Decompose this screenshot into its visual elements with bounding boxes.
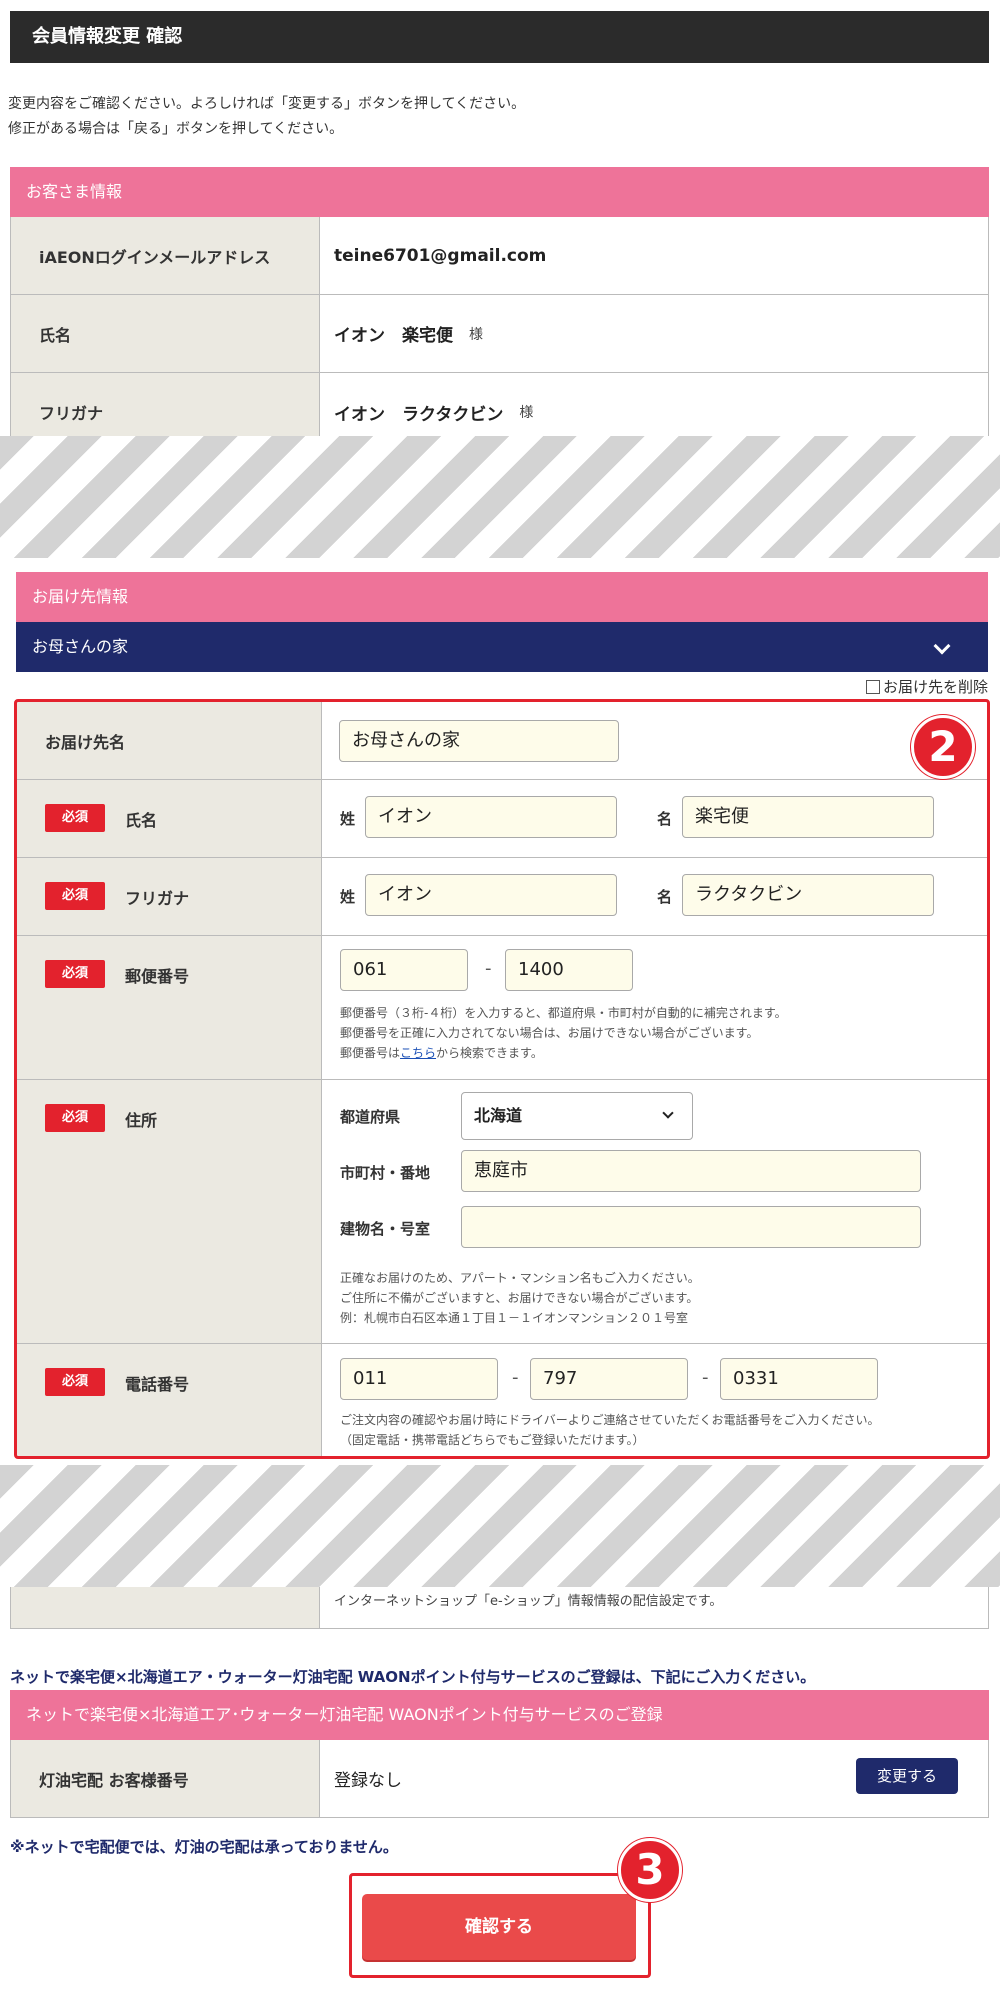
- newsletter-label-cell: [11, 1587, 320, 1628]
- name-suffix: 様: [469, 326, 483, 343]
- step-badge-3: 3: [618, 1838, 682, 1902]
- email-value: teine6701@gmail.com: [334, 245, 547, 266]
- delivery-address-selector[interactable]: お母さんの家: [16, 622, 988, 672]
- page-title: 会員情報変更 確認: [10, 11, 989, 63]
- intro-text: 変更内容をご確認ください。よろしければ「変更する」ボタンを押してください。 修正…: [8, 92, 988, 142]
- chevron-down-icon: [933, 637, 951, 655]
- table-row: iAEONログインメールアドレス teine6701@gmail.com: [11, 217, 988, 295]
- step-badge-2: 2: [911, 715, 975, 779]
- kana-suffix: 様: [519, 405, 534, 421]
- delivery-section-header: お届け先情報: [16, 572, 988, 622]
- kerosene-number-value: 登録なし: [334, 1771, 402, 1791]
- table-row: インターネットショップ「e-ショップ」情報情報の配信設定です。: [10, 1587, 989, 1629]
- highlight-frame-2: [14, 699, 990, 1459]
- checkbox-icon: [865, 679, 880, 694]
- delete-address-checkbox[interactable]: お届け先を削除: [865, 676, 988, 697]
- selected-address-label: お母さんの家: [32, 637, 129, 656]
- omission-stripes: [0, 436, 1000, 558]
- omission-stripes: [0, 1465, 1000, 1587]
- kerosene-notice: ※ネットで宅配便では、灯油の宅配は承っておりません。: [10, 1838, 398, 1856]
- delete-address-label: お届け先を削除: [882, 678, 988, 696]
- kana-value: イオン ラクタクビン: [334, 404, 504, 425]
- confirm-button[interactable]: 確認する: [362, 1894, 636, 1960]
- newsletter-note: インターネットショップ「e-ショップ」情報情報の配信設定です。: [334, 1594, 723, 1609]
- customer-section-header: お客さま情報: [10, 167, 989, 217]
- table-row: 灯油宅配 お客様番号 登録なし 変更する: [11, 1740, 988, 1818]
- kerosene-caption: ネットで楽宅便×北海道エア・ウォーター灯油宅配 WAONポイント付与サービスのご…: [10, 1668, 816, 1686]
- intro-line-1: 変更内容をご確認ください。よろしければ「変更する」ボタンを押してください。: [8, 96, 526, 112]
- customer-info-table: iAEONログインメールアドレス teine6701@gmail.com 氏名 …: [10, 217, 989, 451]
- kerosene-table: 灯油宅配 お客様番号 登録なし 変更する: [10, 1740, 989, 1818]
- kerosene-section-header: ネットで楽宅便×北海道エア･ウォーター灯油宅配 WAONポイント付与サービスのご…: [10, 1690, 989, 1740]
- name-value: イオン 楽宅便: [334, 326, 453, 346]
- change-button[interactable]: 変更する: [856, 1758, 958, 1794]
- name-label: 氏名: [11, 295, 320, 372]
- kerosene-number-label: 灯油宅配 お客様番号: [11, 1740, 320, 1817]
- intro-line-2: 修正がある場合は「戻る」ボタンを押してください。: [8, 121, 344, 137]
- email-label: iAEONログインメールアドレス: [11, 217, 320, 294]
- table-row: 氏名 イオン 楽宅便様: [11, 295, 988, 373]
